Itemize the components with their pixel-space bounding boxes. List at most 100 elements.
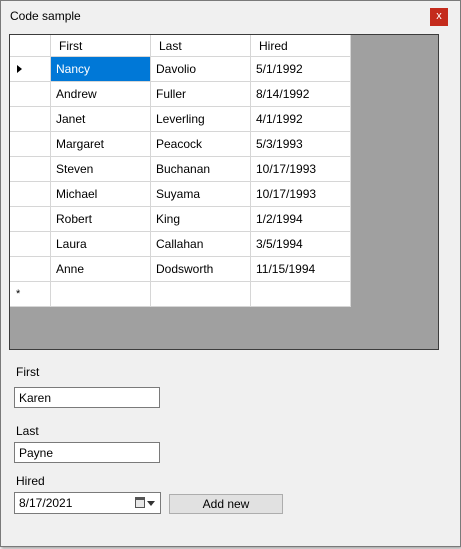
cell-text: 11/15/1994	[256, 262, 316, 276]
cell-text: Nancy	[56, 62, 91, 76]
row-header[interactable]	[10, 56, 51, 82]
row-header[interactable]	[10, 131, 51, 157]
grid-cell-hired[interactable]: 11/15/1994	[250, 256, 351, 282]
grid-cell-first[interactable]: Steven	[50, 156, 151, 182]
grid-cell-hired[interactable]: 10/17/1993	[250, 181, 351, 207]
grid-cell-first[interactable]	[50, 281, 151, 307]
cell-text: Fuller	[156, 87, 187, 101]
cell-text: Anne	[56, 262, 85, 276]
grid-cell-first[interactable]: Nancy	[50, 56, 151, 82]
grid-cell-first[interactable]: Janet	[50, 106, 151, 132]
cell-text: Michael	[56, 187, 98, 201]
grid-cell-last[interactable]	[150, 281, 251, 307]
column-header-first[interactable]: First	[50, 35, 151, 57]
grid-row[interactable]: Janet Leverling 4/1/1992	[10, 106, 351, 132]
cell-text: 10/17/1993	[256, 187, 317, 201]
grid-cell-first[interactable]: Michael	[50, 181, 151, 207]
hired-date-picker[interactable]: 8/17/2021	[14, 492, 161, 514]
hired-label: Hired	[16, 474, 45, 488]
grid-cell-hired[interactable]: 5/3/1993	[250, 131, 351, 157]
grid-cell-last[interactable]: Dodsworth	[150, 256, 251, 282]
grid-cell-hired[interactable]	[250, 281, 351, 307]
grid-cell-last[interactable]: Buchanan	[150, 156, 251, 182]
grid-cell-last[interactable]: Peacock	[150, 131, 251, 157]
new-row-asterisk-icon: *	[16, 288, 21, 300]
grid-cell-first[interactable]: Anne	[50, 256, 151, 282]
grid-new-row[interactable]: *	[10, 281, 351, 307]
grid-cell-last[interactable]: Leverling	[150, 106, 251, 132]
title-bar: Code sample x	[1, 1, 460, 31]
grid-row[interactable]: Margaret Peacock 5/3/1993	[10, 131, 351, 157]
close-button[interactable]: x	[430, 8, 448, 26]
cell-text: Suyama	[156, 187, 201, 201]
window-title: Code sample	[10, 9, 81, 23]
grid-cell-first[interactable]: Margaret	[50, 131, 151, 157]
column-header-label: Hired	[259, 38, 288, 53]
grid-corner-header[interactable]	[10, 35, 51, 57]
cell-text: 4/1/1992	[256, 112, 303, 126]
cell-text: 5/3/1993	[256, 137, 303, 151]
cell-text: 1/2/1994	[256, 212, 303, 226]
grid-cell-last[interactable]: Fuller	[150, 81, 251, 107]
cell-text: Robert	[56, 212, 93, 226]
grid-row[interactable]: Laura Callahan 3/5/1994	[10, 231, 351, 257]
last-name-input[interactable]	[14, 442, 160, 463]
grid-row[interactable]: Anne Dodsworth 11/15/1994	[10, 256, 351, 282]
cell-text: Steven	[56, 162, 94, 176]
grid-cell-last[interactable]: Suyama	[150, 181, 251, 207]
grid-cell-first[interactable]: Andrew	[50, 81, 151, 107]
grid-cell-hired[interactable]: 1/2/1994	[250, 206, 351, 232]
row-header[interactable]	[10, 231, 51, 257]
column-header-hired[interactable]: Hired	[250, 35, 351, 57]
cell-text: 8/14/1992	[256, 87, 310, 101]
grid-cell-last[interactable]: Davolio	[150, 56, 251, 82]
row-header[interactable]	[10, 206, 51, 232]
grid-cell-hired[interactable]: 3/5/1994	[250, 231, 351, 257]
grid-cell-last[interactable]: Callahan	[150, 231, 251, 257]
column-header-last[interactable]: Last	[150, 35, 251, 57]
hired-date-value: 8/17/2021	[19, 496, 73, 510]
row-header[interactable]	[10, 106, 51, 132]
grid-cell-first[interactable]: Robert	[50, 206, 151, 232]
grid-cell-hired[interactable]: 10/17/1993	[250, 156, 351, 182]
cell-text: Buchanan	[156, 162, 211, 176]
cell-text: 3/5/1994	[256, 237, 303, 251]
first-name-input[interactable]	[14, 387, 160, 408]
row-header[interactable]	[10, 181, 51, 207]
grid-row[interactable]: Steven Buchanan 10/17/1993	[10, 156, 351, 182]
cell-text: Janet	[56, 112, 86, 126]
cell-text: Leverling	[156, 112, 205, 126]
calendar-icon[interactable]	[135, 497, 145, 508]
last-label: Last	[16, 424, 39, 438]
grid-row[interactable]: Michael Suyama 10/17/1993	[10, 181, 351, 207]
row-header[interactable]	[10, 256, 51, 282]
cell-text: Dodsworth	[156, 262, 214, 276]
grid-row[interactable]: Robert King 1/2/1994	[10, 206, 351, 232]
first-label: First	[16, 365, 40, 379]
cell-text: 10/17/1993	[256, 162, 317, 176]
grid-cell-first[interactable]: Laura	[50, 231, 151, 257]
cell-text: Peacock	[156, 137, 203, 151]
main-window: Code sample x First Last Hired Nancy Dav…	[0, 0, 461, 547]
cell-text: Callahan	[156, 237, 204, 251]
data-grid[interactable]: First Last Hired Nancy Davolio 5/1/1992 …	[9, 34, 439, 350]
cell-text: King	[156, 212, 181, 226]
column-header-label: Last	[159, 38, 182, 53]
cell-text: Davolio	[156, 62, 197, 76]
grid-row[interactable]: Nancy Davolio 5/1/1992	[10, 56, 351, 82]
add-new-button[interactable]: Add new	[169, 494, 283, 514]
triangle-right-icon	[17, 65, 22, 73]
cell-text: Margaret	[56, 137, 105, 151]
chevron-down-icon[interactable]	[147, 501, 155, 506]
grid-cell-hired[interactable]: 5/1/1992	[250, 56, 351, 82]
grid-cell-hired[interactable]: 8/14/1992	[250, 81, 351, 107]
row-header[interactable]	[10, 81, 51, 107]
row-header[interactable]	[10, 156, 51, 182]
grid-cell-last[interactable]: King	[150, 206, 251, 232]
close-icon: x	[436, 10, 442, 22]
grid-cell-hired[interactable]: 4/1/1992	[250, 106, 351, 132]
row-header[interactable]: *	[10, 281, 51, 307]
grid-header-row: First Last Hired	[10, 35, 351, 57]
cell-text: Andrew	[56, 87, 97, 101]
grid-row[interactable]: Andrew Fuller 8/14/1992	[10, 81, 351, 107]
